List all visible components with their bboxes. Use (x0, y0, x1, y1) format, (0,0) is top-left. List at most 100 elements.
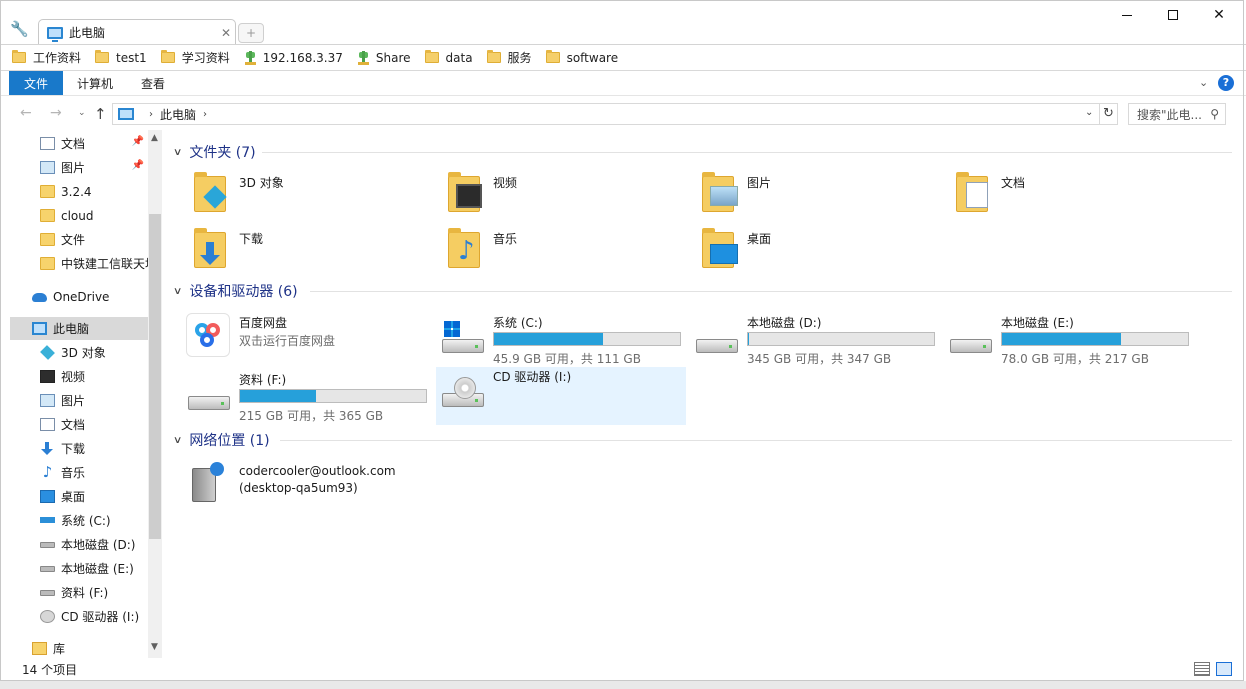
folder-tile[interactable]: 文档 (924, 172, 1174, 222)
up-arrow-icon[interactable]: ↑ (94, 105, 107, 123)
sidebar-item-label: 桌面 (61, 490, 86, 504)
folder-tile[interactable]: ♪ 音乐 (416, 228, 666, 278)
folder-tile[interactable]: 3D 对象 (162, 172, 412, 222)
forward-arrow-icon[interactable]: → (50, 105, 62, 121)
group-header-folders[interactable]: ∨ 文件夹 (7) (173, 142, 256, 162)
help-icon[interactable]: ? (1218, 75, 1234, 91)
nav-scrollbar[interactable]: ▲ ▼ (148, 130, 162, 658)
wrench-icon[interactable]: 🔧 (10, 20, 32, 42)
sidebar-item-label: 资料 (F:) (61, 586, 109, 600)
sidebar-item[interactable]: cloud (10, 204, 148, 227)
group-header-network[interactable]: ∨ 网络位置 (1) (173, 430, 270, 450)
drive-tile[interactable]: 资料 (F:) 215 GB 可用，共 365 GB (182, 370, 432, 428)
address-bar[interactable]: › 此电脑 › ⌄ ↻ (112, 103, 1118, 125)
breadcrumb-chevron-icon[interactable]: › (149, 109, 153, 120)
tab-computer[interactable]: 计算机 (63, 71, 127, 95)
sidebar-item[interactable]: 文档 (10, 413, 148, 436)
bookmark-item[interactable]: Share (357, 47, 411, 69)
sidebar-item[interactable]: 本地磁盘 (E:) (10, 557, 148, 580)
desktop-background (0, 681, 1246, 689)
sidebar-item[interactable]: 下载 (10, 437, 148, 460)
sidebar-item[interactable]: 此电脑 (10, 317, 148, 340)
address-dropdown-icon[interactable]: ⌄ (1085, 107, 1093, 118)
close-button[interactable]: ✕ (1196, 0, 1242, 30)
bookmark-item[interactable]: 服务 (486, 47, 532, 69)
minimize-button[interactable] (1104, 0, 1150, 30)
sidebar-item[interactable]: 资料 (F:) (10, 581, 148, 604)
bookmark-item[interactable]: software (545, 47, 619, 69)
sidebar-item[interactable]: 库 (10, 637, 148, 658)
breadcrumb[interactable]: 此电脑 (160, 106, 196, 123)
search-icon: ⚲ (1210, 107, 1219, 121)
large-icons-view-icon[interactable] (1216, 662, 1232, 676)
sidebar-item[interactable]: 本地磁盘 (D:) (10, 533, 148, 556)
bookmark-item[interactable]: test1 (95, 47, 147, 69)
computer-icon (47, 26, 63, 42)
scroll-down-icon[interactable]: ▼ (151, 642, 158, 652)
sidebar-item-label: CD 驱动器 (I:) (61, 610, 140, 624)
recent-locations-icon[interactable]: ⌄ (78, 108, 86, 118)
tab-this-pc[interactable]: 此电脑 ✕ (38, 19, 236, 45)
bookmark-item[interactable]: 工作资料 (12, 47, 81, 69)
bookmark-item[interactable]: data (424, 47, 473, 69)
folder-tile[interactable]: 桌面 (670, 228, 920, 278)
sidebar-item-label: cloud (61, 208, 94, 223)
folder-label: 文档 (1001, 176, 1026, 190)
tab-close-icon[interactable]: ✕ (217, 26, 235, 40)
bookmark-item[interactable]: 学习资料 (160, 47, 230, 69)
drive-tile[interactable]: 本地磁盘 (E:) 78.0 GB 可用，共 217 GB (944, 313, 1194, 371)
group-title: 文件夹 (7) (189, 145, 256, 161)
sidebar-item[interactable]: 视频 (10, 365, 148, 388)
group-header-devices[interactable]: ∨ 设备和驱动器 (6) (173, 281, 298, 301)
bookmark-label: software (566, 50, 619, 65)
sidebar-item[interactable]: 图片 📌 (10, 156, 148, 179)
details-view-icon[interactable] (1194, 662, 1210, 676)
sidebar-item[interactable]: 文档 📌 (10, 132, 148, 155)
new-tab-button[interactable]: + (238, 23, 264, 43)
folder-icon (486, 50, 501, 63)
sidebar-item[interactable]: CD 驱动器 (I:) (10, 605, 148, 628)
drive-tile[interactable]: 本地磁盘 (D:) 345 GB 可用，共 347 GB (690, 313, 940, 371)
bookmark-label: Share (375, 50, 411, 65)
tab-file[interactable]: 文件 (9, 71, 64, 95)
refresh-icon[interactable]: ↻ (1099, 104, 1117, 124)
pin-icon: 📌 (131, 160, 144, 171)
maximize-button[interactable] (1150, 0, 1196, 30)
drive-icon (40, 566, 55, 572)
sidebar-item[interactable]: 桌面 (10, 485, 148, 508)
drive-usage-bar (493, 332, 681, 346)
tab-view[interactable]: 查看 (127, 71, 179, 95)
scrollbar-thumb[interactable] (149, 214, 161, 539)
pictures-icon (40, 161, 55, 174)
drive-tile[interactable]: 系统 (C:) 45.9 GB 可用，共 111 GB (436, 313, 686, 371)
sidebar-item[interactable]: ♪ 音乐 (10, 461, 148, 484)
folder-tile[interactable]: 下载 (162, 228, 412, 278)
system-drive-icon (40, 517, 55, 523)
network-location-tile[interactable]: codercooler@outlook.com (desktop-qa5um93… (182, 462, 432, 512)
folder-tile[interactable]: 图片 (670, 172, 920, 222)
scroll-up-icon[interactable]: ▲ (151, 133, 158, 143)
back-arrow-icon[interactable]: ← (20, 105, 32, 121)
search-input[interactable]: 搜索"此电... ⚲ (1128, 103, 1226, 125)
drive-tile[interactable]: 百度网盘 双击运行百度网盘 (182, 313, 432, 371)
expand-ribbon-icon[interactable]: ⌄ (1199, 76, 1208, 89)
sidebar-item[interactable]: OneDrive (10, 285, 148, 308)
breadcrumb-chevron-icon[interactable]: › (203, 109, 207, 120)
folder-tile[interactable]: 视频 (416, 172, 666, 222)
drive-icon (696, 327, 740, 355)
network-location-name: codercooler@outlook.com (239, 464, 396, 478)
folder-icon (424, 50, 439, 63)
computer-icon (118, 108, 134, 120)
sidebar-item[interactable]: 系统 (C:) (10, 509, 148, 532)
sidebar-item[interactable]: 3D 对象 (10, 341, 148, 364)
drive-tile[interactable]: CD 驱动器 (I:) (436, 367, 686, 425)
network-share-icon (244, 50, 257, 65)
sidebar-item[interactable]: 3.2.4 (10, 180, 148, 203)
sidebar-item[interactable]: 图片 (10, 389, 148, 412)
sidebar-item[interactable]: 文件 (10, 228, 148, 251)
bookmark-item[interactable]: 192.168.3.37 (244, 47, 343, 69)
system-drive-icon (442, 321, 486, 355)
sidebar-item[interactable]: 中铁建工信联天地 (10, 252, 148, 275)
folder-icon (40, 209, 55, 222)
group-title: 设备和驱动器 (6) (189, 284, 298, 300)
